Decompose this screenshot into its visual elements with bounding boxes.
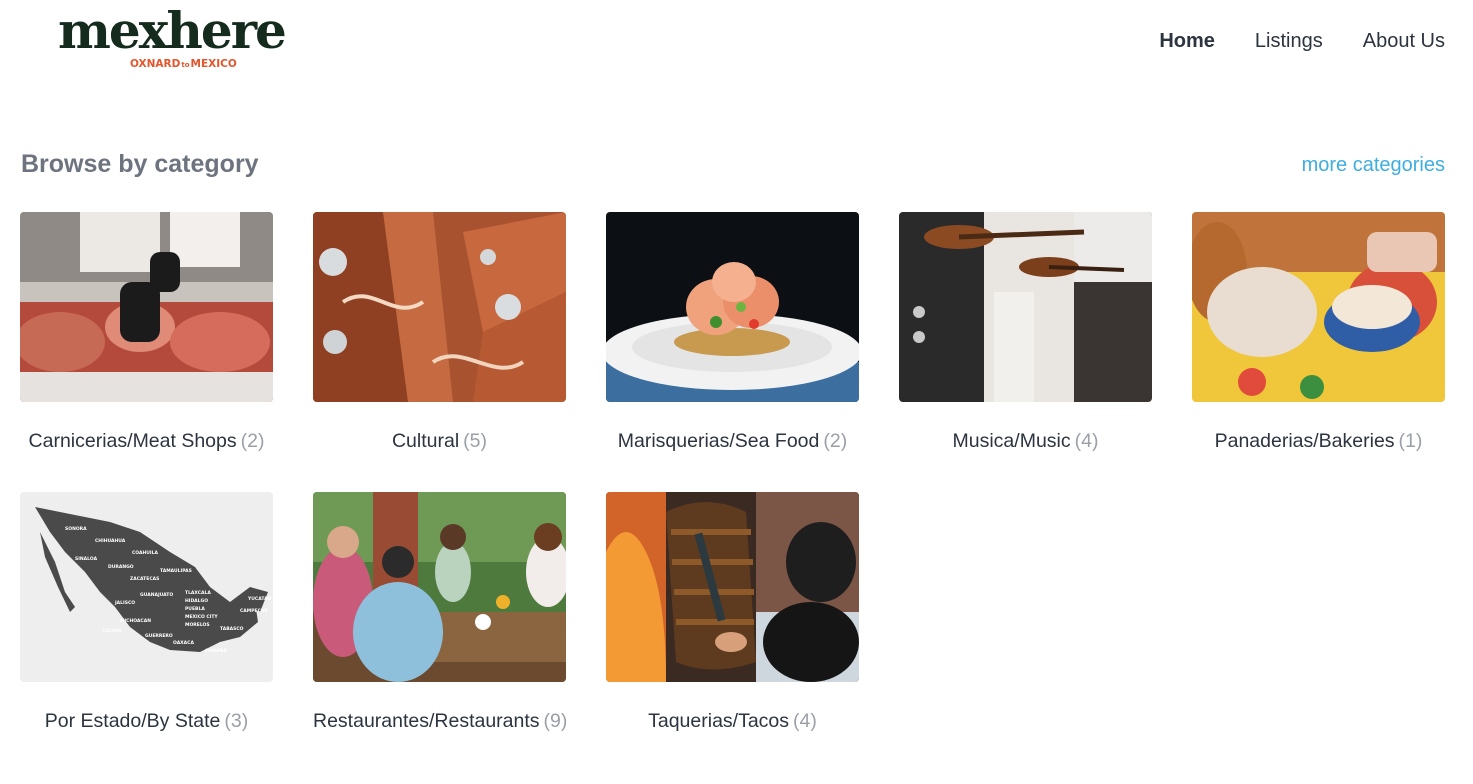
category-card[interactable]: Musica/Music (4) — [899, 212, 1152, 456]
category-name[interactable]: Panaderias/Bakeries — [1215, 430, 1395, 452]
category-label[interactable]: Por Estado/By State (3) — [20, 706, 273, 736]
map-state-label: OAXACA — [173, 640, 194, 646]
category-count: (3) — [224, 710, 249, 732]
more-categories-link[interactable]: more categories — [1302, 154, 1445, 177]
map-state-label: YUCATAN — [247, 596, 272, 602]
category-count: (2) — [823, 430, 848, 452]
map-state-label: HIDALGO — [185, 598, 208, 604]
category-label[interactable]: Panaderias/Bakeries (1) — [1192, 426, 1445, 456]
brand-logo[interactable]: mexhere OXNARDtoMEXICO — [58, 6, 298, 76]
category-name[interactable]: Restaurantes/Restaurants — [313, 710, 540, 732]
nav-home-link[interactable]: Home — [1159, 30, 1215, 53]
map-state-label: COLIMA — [102, 628, 122, 634]
category-name[interactable]: Por Estado/By State — [45, 710, 221, 732]
category-name[interactable]: Taquerias/Tacos — [648, 710, 789, 732]
category-count: (4) — [793, 710, 817, 732]
map-state-label: CHIAPAS — [205, 648, 227, 654]
map-state-label: CAMPECHE — [240, 608, 268, 614]
map-state-label: GUERRERO — [145, 633, 173, 639]
category-count: (5) — [463, 430, 488, 452]
map-state-label: CHIHUAHUA — [95, 538, 126, 544]
category-count: (1) — [1398, 430, 1423, 452]
map-state-label: MORELOS — [185, 622, 210, 628]
main-nav: Home Listings About Us — [1159, 30, 1445, 53]
map-state-label: MEXICO CITY — [185, 614, 218, 620]
category-label[interactable]: Taquerias/Tacos (4) — [606, 706, 859, 736]
map-state-label: DURANGO — [108, 564, 134, 570]
category-label[interactable]: Carnicerias/Meat Shops (2) — [20, 426, 273, 456]
category-label[interactable]: Musica/Music (4) — [899, 426, 1152, 456]
category-label[interactable]: Cultural (5) — [313, 426, 566, 456]
ceviche-tostada-photo[interactable] — [606, 212, 859, 402]
category-card[interactable]: SONORA CHIHUAHUA COAHUILA DURANGO ZACATE… — [20, 492, 273, 736]
category-card[interactable]: Carnicerias/Meat Shops (2) — [20, 212, 273, 456]
category-name[interactable]: Marisquerias/Sea Food — [618, 430, 820, 452]
map-state-label: ZACATECAS — [130, 576, 159, 582]
mexico-map-photo[interactable]: SONORA CHIHUAHUA COAHUILA DURANGO ZACATE… — [20, 492, 273, 682]
category-card[interactable]: Marisquerias/Sea Food (2) — [606, 212, 859, 456]
category-count: (9) — [543, 710, 568, 732]
category-card[interactable]: Cultural (5) — [313, 212, 566, 456]
category-card[interactable]: Restaurantes/Restaurants (9) — [313, 492, 568, 736]
map-state-label: TAMAULIPAS — [160, 568, 192, 574]
brand-tagline: OXNARDtoMEXICO — [130, 58, 237, 70]
category-label[interactable]: Marisquerias/Sea Food (2) — [606, 426, 859, 456]
category-count: (2) — [240, 430, 265, 452]
nav-about-link[interactable]: About Us — [1363, 30, 1445, 53]
mariachi-violins-photo[interactable] — [899, 212, 1152, 402]
meat-shop-photo[interactable] — [20, 212, 273, 402]
map-state-label: TLAXCALA — [185, 590, 211, 596]
map-state-label: TABASCO — [220, 626, 244, 632]
map-state-label: GUANAJUATO — [140, 592, 173, 598]
restaurant-diners-photo[interactable] — [313, 492, 566, 682]
map-state-label: PUEBLA — [185, 606, 205, 612]
map-state-label: MICHOACAN — [120, 618, 151, 624]
conchas-bread-photo[interactable] — [1192, 212, 1445, 402]
nav-listings-link[interactable]: Listings — [1255, 30, 1323, 53]
leather-saddle-photo[interactable] — [313, 212, 566, 402]
section-title: Browse by category — [21, 150, 259, 178]
category-name[interactable]: Musica/Music — [953, 430, 1071, 452]
category-name[interactable]: Carnicerias/Meat Shops — [29, 430, 237, 452]
brand-wordmark: mexhere — [58, 1, 287, 60]
taco-al-pastor-photo[interactable] — [606, 492, 859, 682]
map-state-label: SINALOA — [75, 556, 98, 562]
category-label[interactable]: Restaurantes/Restaurants (9) — [313, 706, 568, 736]
map-state-label: JALISCO — [114, 600, 135, 606]
map-state-label: COAHUILA — [132, 550, 158, 556]
map-state-label: SONORA — [65, 526, 87, 532]
category-card[interactable]: Taquerias/Tacos (4) — [606, 492, 859, 736]
category-count: (4) — [1074, 430, 1099, 452]
category-name[interactable]: Cultural — [392, 430, 459, 452]
category-card[interactable]: Panaderias/Bakeries (1) — [1192, 212, 1445, 456]
